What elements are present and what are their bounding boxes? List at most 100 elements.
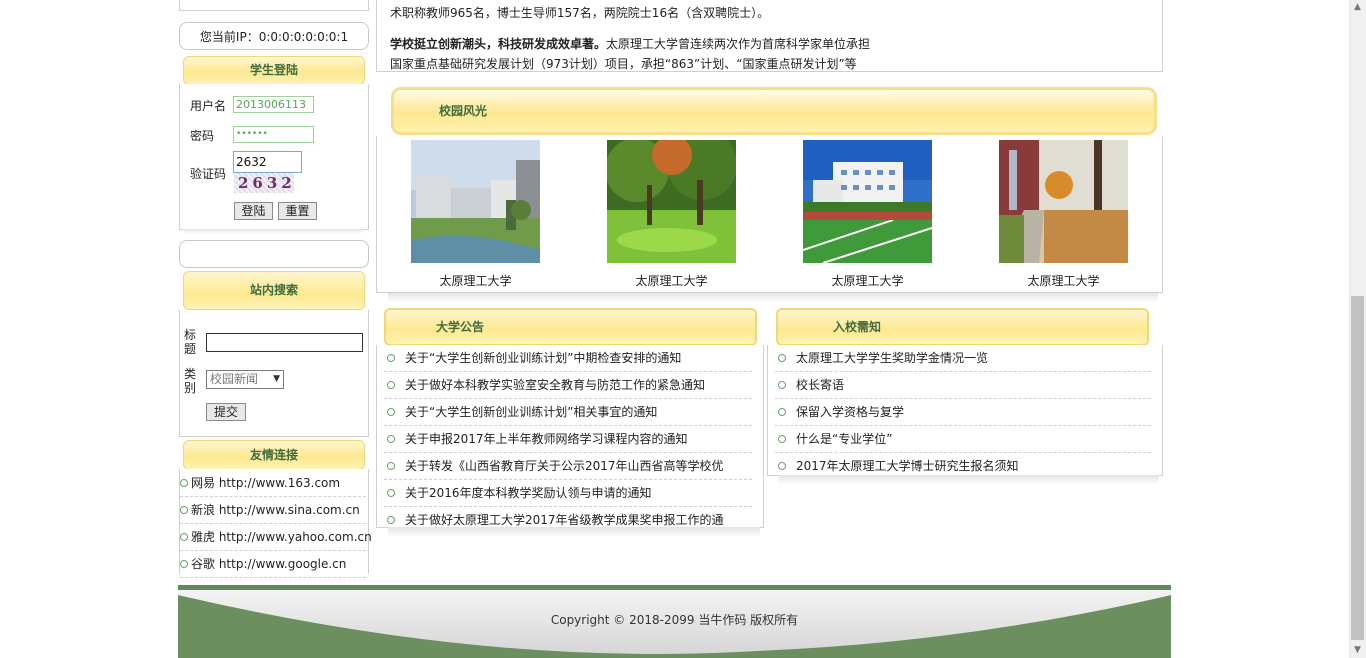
- announcement-item[interactable]: 关于申报2017年上半年教师网络学习课程内容的通知: [384, 426, 752, 453]
- search-title-label-char-2: 题: [184, 342, 197, 356]
- announcements-list: 关于“大学生创新创业训练计划”中期检查安排的通知 关于做好本科教学实验室安全教育…: [384, 345, 752, 533]
- admission-item[interactable]: 什么是“专业学位”: [775, 426, 1151, 453]
- admission-item-text: 校长寄语: [796, 378, 845, 392]
- friend-link[interactable]: 新浪 http://www.sina.com.cn: [180, 497, 366, 524]
- campus-photo-4-image: [999, 140, 1128, 263]
- bullet-icon: [180, 478, 188, 487]
- bullet-icon: [387, 434, 395, 443]
- admission-item[interactable]: 校长寄语: [775, 372, 1151, 399]
- announcements-title-text: 大学公告: [436, 320, 485, 334]
- campus-photo-4[interactable]: [999, 140, 1128, 263]
- campus-caption-1: 太原理工大学: [439, 274, 512, 288]
- bullet-icon: [387, 407, 395, 416]
- announcement-item[interactable]: 关于转发《山西省教育厅关于公示2017年山西省高等学校优: [384, 453, 752, 480]
- bullet-icon: [180, 559, 188, 568]
- announcement-item-text: 关于做好本科教学实验室安全教育与防范工作的紧急通知: [405, 378, 706, 392]
- search-title-input[interactable]: [206, 333, 363, 352]
- login-button[interactable]: 登陆: [234, 202, 273, 220]
- search-title-label: 标 题: [184, 328, 196, 356]
- scrollbar-thumb[interactable]: [1351, 296, 1364, 640]
- footer-copyright: Copyright © 2018-2099 当牛作码 版权所有: [550, 613, 799, 627]
- campus-section-title: 校园风光: [391, 87, 1157, 135]
- announcement-item[interactable]: 关于“大学生创新创业训练计划”相关事宜的通知: [384, 399, 752, 426]
- admission-item-text: 什么是“专业学位”: [796, 432, 893, 446]
- admission-title-text: 入校需知: [833, 320, 882, 334]
- username-label: 用户名: [190, 99, 227, 113]
- announcement-item-text: 关于做好太原理工大学2017年省级教学成果奖申报工作的通: [405, 513, 724, 527]
- bullet-icon: [778, 407, 786, 416]
- friend-link[interactable]: 网易 http://www.163.com: [180, 470, 366, 497]
- intro-line-1: 术职称教师965名，博士生导师157名，两院院士16名（含双聘院士）。: [390, 6, 770, 20]
- campus-caption-4: 太原理工大学: [1027, 274, 1100, 288]
- friend-link-text: 新浪 http://www.sina.com.cn: [191, 503, 360, 517]
- chevron-down-icon: ▼: [273, 374, 280, 384]
- friend-link-text: 网易 http://www.163.com: [191, 476, 341, 490]
- bullet-icon: [387, 380, 395, 389]
- campus-photo-3-image: [803, 140, 932, 263]
- campus-photo-1[interactable]: [411, 140, 540, 263]
- announcement-item[interactable]: 关于“大学生创新创业训练计划”中期检查安排的通知: [384, 345, 752, 372]
- search-title-text: 站内搜索: [249, 283, 298, 297]
- login-section-title: 学生登陆: [183, 56, 365, 85]
- announcement-item-text: 关于申报2017年上半年教师网络学习课程内容的通知: [405, 432, 688, 446]
- ip-text: 您当前IP：0:0:0:0:0:0:0:1: [199, 30, 349, 44]
- announcement-item[interactable]: 关于2016年度本科教学奖励认领与申请的通知: [384, 480, 752, 507]
- admission-list: 太原理工大学学生奖助学金情况一览 校长寄语 保留入学资格与复学 什么是“专业学位…: [775, 345, 1151, 479]
- blank-pill-box: [179, 240, 369, 268]
- sidebar-top-stub: [179, 0, 369, 11]
- links-list: 网易 http://www.163.com 新浪 http://www.sina…: [180, 470, 372, 578]
- campus-photo-1-image: [411, 140, 540, 263]
- friend-link-text: 谷歌 http://www.google.cn: [191, 557, 347, 571]
- scroll-up-arrow-icon[interactable]: ▲: [1349, 0, 1366, 14]
- admission-item[interactable]: 太原理工大学学生奖助学金情况一览: [775, 345, 1151, 372]
- captcha-input[interactable]: 2632: [233, 151, 302, 173]
- bullet-icon: [387, 488, 395, 497]
- announcement-item-text: 关于转发《山西省教育厅关于公示2017年山西省高等学校优: [405, 459, 724, 473]
- admission-item-text: 太原理工大学学生奖助学金情况一览: [796, 351, 989, 365]
- bullet-icon: [387, 461, 395, 470]
- bullet-icon: [778, 461, 786, 470]
- announcement-item-text: 关于2016年度本科教学奖励认领与申请的通知: [405, 486, 652, 500]
- password-label: 密码: [190, 129, 215, 143]
- search-section-title: 站内搜索: [183, 271, 365, 310]
- bullet-icon: [778, 380, 786, 389]
- admission-item[interactable]: 保留入学资格与复学: [775, 399, 1151, 426]
- password-input[interactable]: ••••••: [233, 126, 314, 143]
- intro-line-2: 学校挺立创新潮头，科技研发成效卓著。太原理工大学曾连续两次作为首席科学家单位承担: [390, 35, 870, 52]
- admission-item-text: 2017年太原理工大学博士研究生报名须知: [796, 459, 1019, 473]
- intro-line-2-bold: 学校挺立创新潮头，科技研发成效卓著。: [390, 37, 607, 51]
- campus-caption-2: 太原理工大学: [635, 274, 708, 288]
- captcha-image[interactable]: 2632: [234, 173, 294, 193]
- links-section-title: 友情连接: [183, 440, 365, 470]
- reset-button[interactable]: 重置: [278, 202, 317, 220]
- announcements-section-title: 大学公告: [384, 308, 757, 346]
- intro-line-3: 国家重点基础研究发展计划（973计划）项目，承担“863”计划、“国家重点研发计…: [390, 57, 857, 71]
- admission-shadow: [779, 475, 1159, 485]
- announcement-item[interactable]: 关于做好本科教学实验室安全教育与防范工作的紧急通知: [384, 372, 752, 399]
- captcha-image-text: 2632: [238, 174, 296, 192]
- intro-panel: 术职称教师965名，博士生导师157名，两院院士16名（含双聘院士）。 学校挺立…: [376, 0, 1163, 72]
- announcement-item-text: 关于“大学生创新创业训练计划”中期检查安排的通知: [405, 351, 682, 365]
- category-select[interactable]: 校园新闻 ▼: [206, 370, 284, 389]
- friend-link[interactable]: 谷歌 http://www.google.cn: [180, 551, 366, 578]
- category-select-value: 校园新闻: [210, 372, 259, 386]
- friend-link[interactable]: 雅虎 http://www.yahoo.com.cn: [180, 524, 372, 551]
- search-category-label: 类 别: [184, 367, 196, 395]
- bullet-icon: [180, 532, 188, 541]
- announcement-item-text: 关于“大学生创新创业训练计划”相关事宜的通知: [405, 405, 658, 419]
- announcements-shadow: [388, 527, 760, 537]
- bullet-icon: [778, 353, 786, 362]
- username-input[interactable]: 2013006113: [233, 96, 314, 113]
- admission-item-text: 保留入学资格与复学: [796, 405, 905, 419]
- bullet-icon: [180, 505, 188, 514]
- bullet-icon: [387, 515, 395, 524]
- admission-section-title: 入校需知: [776, 308, 1149, 346]
- campus-title-text: 校园风光: [439, 104, 488, 118]
- campus-photo-3[interactable]: [803, 140, 932, 263]
- search-category-label-char-1: 类: [184, 367, 197, 381]
- bullet-icon: [778, 434, 786, 443]
- campus-photo-2[interactable]: [607, 140, 736, 263]
- bullet-icon: [387, 353, 395, 362]
- search-submit-button[interactable]: 提交: [206, 403, 246, 421]
- scroll-down-arrow-icon[interactable]: ▼: [1349, 642, 1366, 658]
